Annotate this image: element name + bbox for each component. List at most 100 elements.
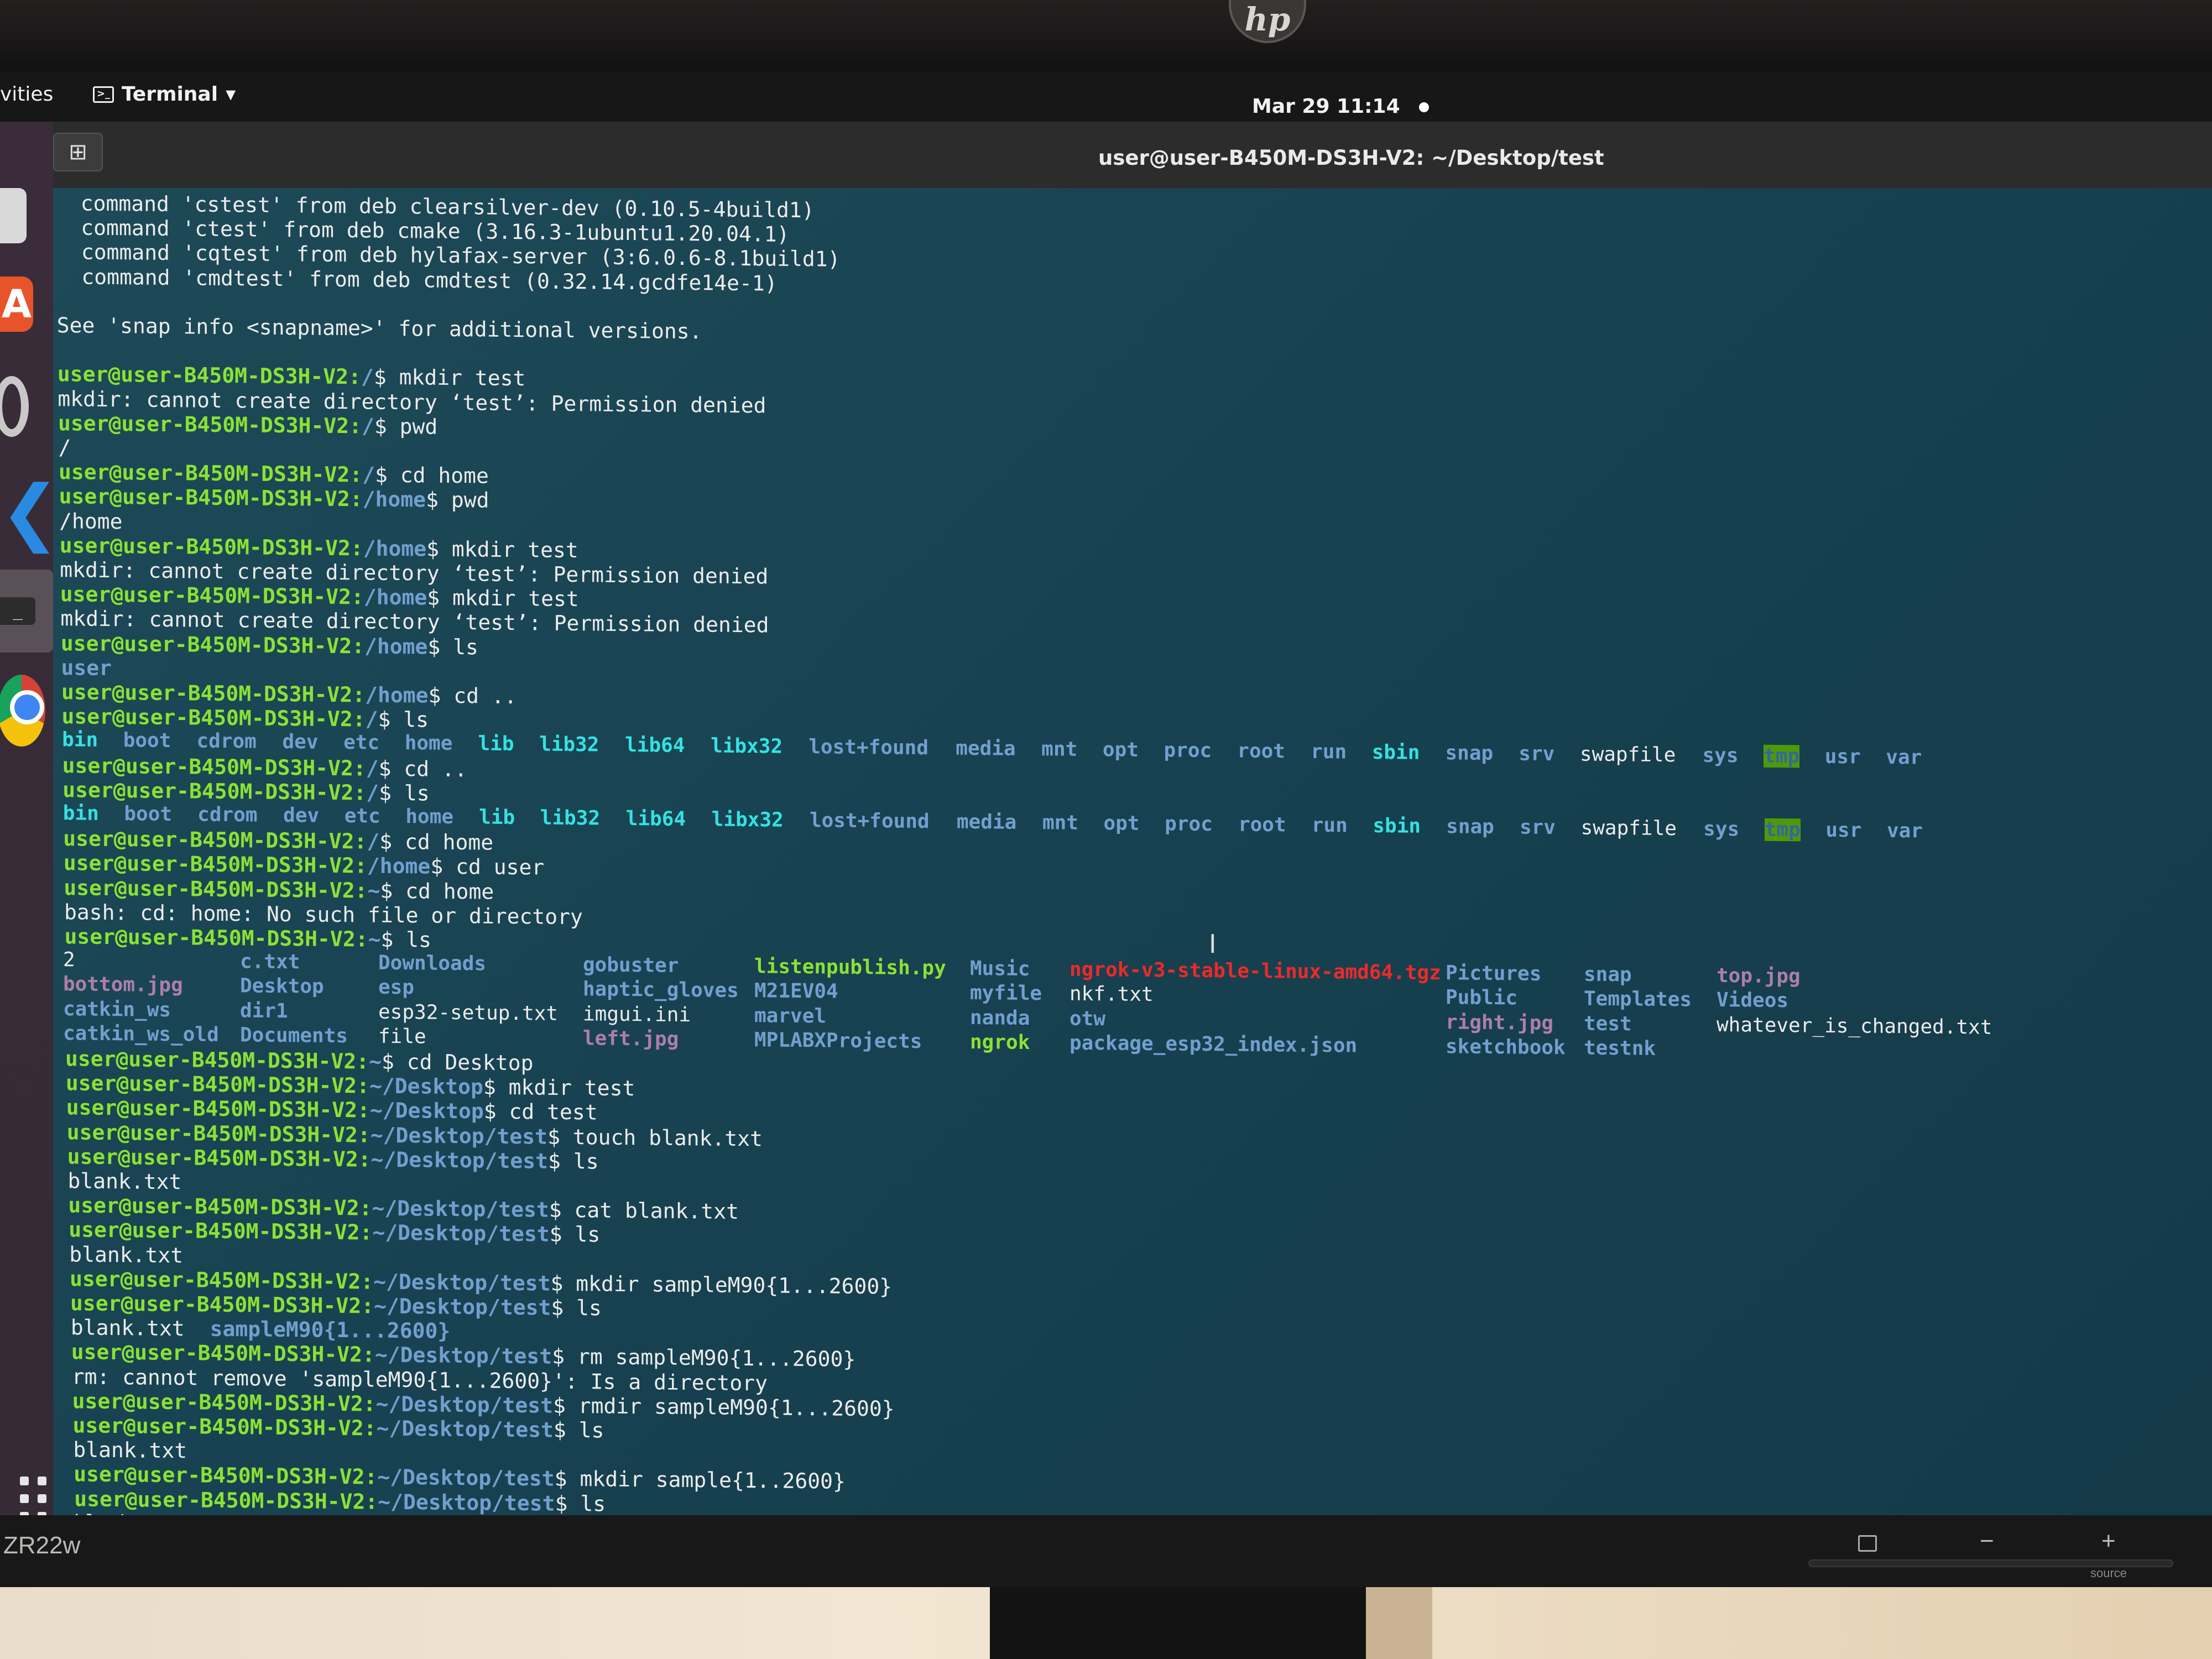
command-text: pwd	[451, 488, 489, 513]
command-text: cd home	[405, 830, 494, 855]
command-text: ls	[575, 1222, 601, 1247]
output-text: blank.txt	[67, 1168, 182, 1194]
prompt-path: /home	[362, 487, 426, 512]
command-text: cd ..	[404, 756, 467, 781]
listing-entry: marvel	[754, 1004, 827, 1028]
listing-entry: catkin_ws_old	[63, 1021, 219, 1046]
listing-entry: imgui.ini	[583, 1002, 691, 1026]
listing-entry: opt	[1102, 738, 1139, 762]
output-line: See 'snap info <snapname>' for additiona…	[57, 313, 702, 343]
listing-entry: cdrom	[197, 803, 258, 827]
prompt-dollar: $	[381, 1049, 407, 1074]
listing-entry: tmp	[1764, 745, 1800, 768]
listing-entry: mnt	[1041, 738, 1078, 761]
listing-entry: lost+found	[808, 735, 929, 760]
listing-entry: run	[1311, 740, 1347, 764]
command-text: mkdir test	[451, 536, 578, 562]
output-text: blank.txt	[69, 1241, 184, 1267]
command-text: ls	[404, 780, 430, 806]
listing-entry: right.jpg	[1446, 1010, 1554, 1035]
terminal-dock-icon[interactable]: _	[0, 570, 53, 653]
prompt-line: user@user-B450M-DS3H-V2:~$ cd home	[64, 875, 494, 904]
prompt-user: user@user-B450M-DS3H-V2:	[59, 460, 363, 487]
listing-entry: lib32	[539, 733, 599, 757]
listing-entry: swapfile	[1579, 743, 1676, 767]
listing-entry: etc	[344, 805, 380, 828]
osd-menu-button[interactable]	[1858, 1535, 1877, 1552]
prompt-path: ~	[367, 878, 380, 903]
prompt-path: /	[366, 780, 379, 805]
files-icon[interactable]	[0, 188, 27, 243]
prompt-dollar: $	[427, 634, 453, 659]
prompt-user: user@user-B450M-DS3H-V2:	[74, 1486, 378, 1514]
plus-button[interactable]: +	[2101, 1527, 2116, 1555]
vscode-icon[interactable]: ❮	[0, 476, 60, 547]
prompt-user: user@user-B450M-DS3H-V2:	[62, 777, 367, 805]
prompt-line: user@user-B450M-DS3H-V2:/home$ pwd	[59, 484, 489, 512]
prompt-dollar: $	[426, 536, 452, 561]
activities-button[interactable]: vities	[0, 83, 53, 106]
listing-entry: esp	[378, 976, 415, 999]
listing-entry: left.jpg	[583, 1026, 679, 1051]
listing-entry: haptic_gloves	[583, 978, 739, 1003]
software-store-icon[interactable]: A	[0, 276, 33, 332]
photo-scene: hp vities >_ Terminal ▾ Mar 29 11:14 A ❮…	[0, 0, 2212, 1659]
listing-entry: usr	[1824, 745, 1861, 769]
new-tab-button[interactable]: ⊞	[53, 133, 103, 171]
command-text: cat blank.txt	[574, 1198, 739, 1224]
monitor-bottom-bezel: ZR22w − + source	[0, 1515, 2212, 1587]
settings-icon[interactable]	[0, 376, 29, 437]
prompt-user: user@user-B450M-DS3H-V2:	[72, 1389, 376, 1416]
listing-entry: nanda	[970, 1006, 1030, 1030]
listing-entry: home	[404, 732, 453, 755]
listing-entry: lib	[479, 806, 515, 830]
prompt-line: user@user-B450M-DS3H-V2:/$ ls	[62, 778, 430, 805]
listing-entry: myfile	[970, 982, 1042, 1005]
output-text: /	[58, 435, 71, 460]
gnome-top-bar: vities >_ Terminal ▾ Mar 29 11:14	[0, 72, 2212, 122]
output-line: /	[59, 435, 71, 460]
listing-entry: lib64	[625, 734, 685, 758]
minus-button[interactable]: −	[1980, 1527, 1994, 1555]
prompt-path: /	[365, 707, 378, 732]
prompt-path: ~/Desktop	[369, 1073, 483, 1099]
prompt-dollar: $	[550, 1271, 576, 1296]
listing-entry: Downloads	[378, 951, 487, 975]
command-text: mkdir test	[452, 586, 579, 612]
command-text: ls	[406, 927, 431, 952]
listing-entry: libx32	[711, 734, 783, 759]
command-text: ls	[453, 634, 478, 659]
listing-entry: srv	[1519, 742, 1555, 766]
listing-entry: testnk	[1584, 1036, 1656, 1060]
prompt-user: user@user-B450M-DS3H-V2:	[74, 1462, 378, 1490]
listing-entry: sys	[1703, 817, 1740, 841]
listing-entry: usr	[1825, 818, 1862, 842]
terminal-app-menu[interactable]: >_ Terminal ▾	[93, 83, 236, 106]
prompt-line: user@user-B450M-DS3H-V2:/$ cd ..	[62, 753, 467, 781]
terminal-output[interactable]: command 'cstest' from deb clearsilver-de…	[53, 191, 2212, 1515]
listing-entry: run	[1311, 813, 1348, 837]
prompt-dollar: $	[427, 585, 453, 611]
prompt-path: /	[362, 414, 374, 439]
prompt-path: ~/Desktop/test	[377, 1465, 555, 1491]
listing-entry: sbin	[1373, 814, 1421, 838]
prompt-path: ~/Desktop/test	[372, 1196, 549, 1222]
clock[interactable]: Mar 29 11:14	[1252, 95, 1429, 118]
output-text: /home	[59, 508, 123, 534]
listing-entry: var	[1886, 746, 1922, 769]
listing-entry: c.txt	[240, 950, 300, 974]
prompt-user: user@user-B450M-DS3H-V2:	[57, 362, 361, 389]
listing-entry: M21EV04	[754, 979, 838, 1004]
prompt-path: /	[362, 462, 375, 487]
listing-entry: bin	[62, 728, 98, 752]
listing-entry: tmp	[1764, 818, 1801, 842]
stand-shadow	[1366, 1587, 1432, 1659]
chevron-down-icon: ▾	[226, 83, 236, 106]
prompt-line: user@user-B450M-DS3H-V2:/$ cd home	[59, 460, 489, 488]
listing-entry: srv	[1519, 816, 1556, 839]
output-line: blank.txt sampleM90{1...2600}	[71, 1315, 450, 1343]
command-text: cd test	[509, 1099, 598, 1125]
chrome-icon[interactable]	[0, 675, 45, 747]
listing-entry: esp32-setup.txt	[378, 1000, 559, 1025]
command-text: cd home	[405, 878, 494, 904]
